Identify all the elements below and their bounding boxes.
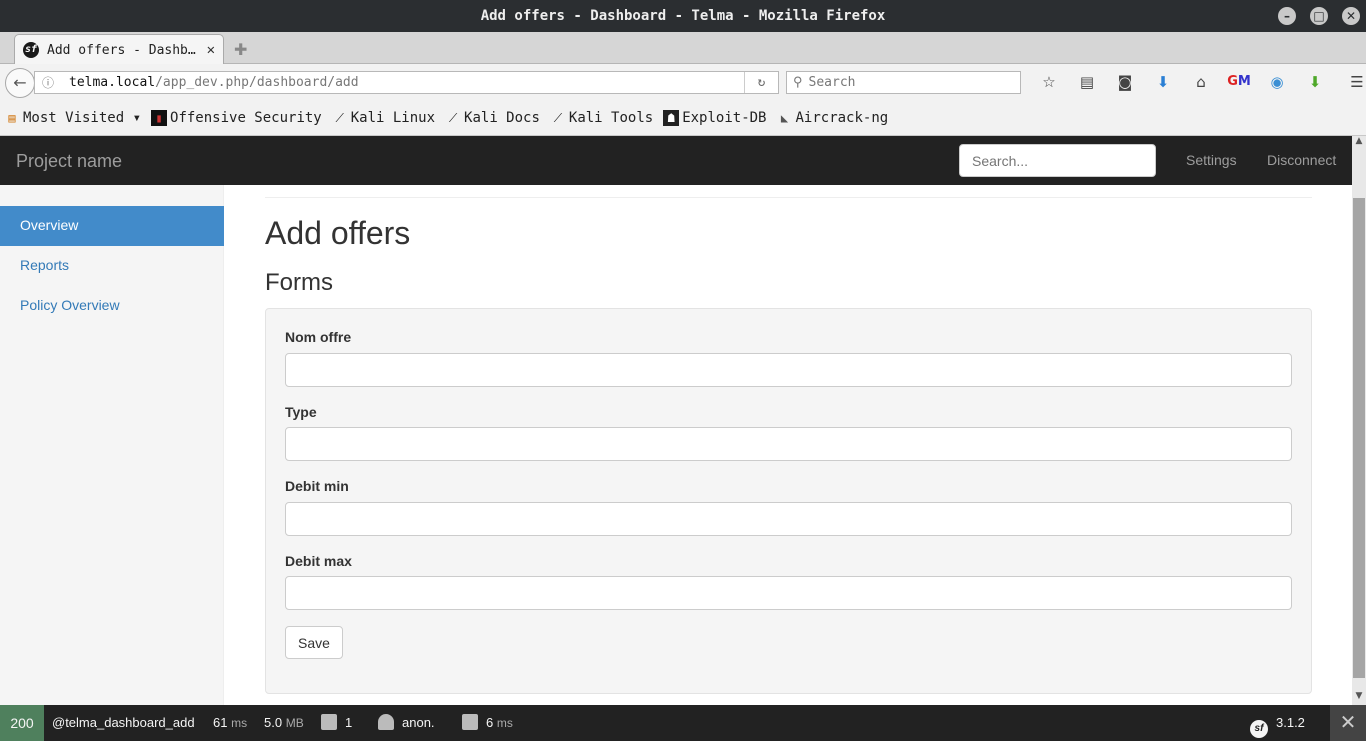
- forms-panel[interactable]: 1: [321, 705, 352, 741]
- section-title: Forms: [265, 269, 333, 296]
- bookmark-star-icon[interactable]: ☆: [1030, 70, 1068, 94]
- tab-title: Add offers - Dashb…: [47, 42, 196, 58]
- nav-settings-link[interactable]: Settings: [1186, 152, 1237, 168]
- browser-search-placeholder: Search: [808, 75, 856, 90]
- browser-search-input[interactable]: ⚲ Search: [786, 71, 1021, 94]
- symfony-logo-icon: sf: [1250, 720, 1268, 738]
- status-code-badge[interactable]: 200: [0, 705, 44, 741]
- bookmark-most-visited[interactable]: ▤ Most Visited ▾: [4, 110, 141, 126]
- bookmark-kali-linux[interactable]: ⟋ Kali Linux: [332, 110, 436, 126]
- bookmark-aircrack-ng[interactable]: ◣ Aircrack-ng: [776, 110, 888, 126]
- extension-gm-icon[interactable]: GM: [1220, 70, 1258, 94]
- app-navbar: Project name Settings Disconnect: [0, 136, 1352, 185]
- menu-icon[interactable]: ☰: [1338, 70, 1366, 94]
- window-title: Add offers - Dashboard - Telma - Mozilla…: [480, 8, 886, 24]
- request-time-value: 61: [213, 715, 228, 730]
- scroll-down-icon[interactable]: ▼: [1352, 691, 1366, 705]
- nav-disconnect-link[interactable]: Disconnect: [1267, 152, 1336, 168]
- twig-icon: [462, 714, 478, 730]
- window-titlebar: Add offers - Dashboard - Telma - Mozilla…: [0, 0, 1366, 32]
- memory-unit: MB: [285, 716, 304, 730]
- site-info-icon[interactable]: ⓘ: [35, 74, 61, 91]
- kali-icon: ⟋: [448, 110, 458, 125]
- sidebar-item-reports[interactable]: Reports: [0, 246, 224, 286]
- folder-icon: ▤: [8, 110, 16, 125]
- kali-icon: ⟋: [335, 110, 344, 125]
- exploitdb-icon: ☗: [663, 109, 680, 126]
- nom-offre-label: Nom offre: [285, 329, 352, 345]
- bookmark-exploit-db[interactable]: ☗ Exploit-DB: [663, 109, 766, 126]
- forms-count: 1: [345, 715, 353, 730]
- new-tab-icon[interactable]: ✚: [234, 40, 247, 59]
- nom-offre-input[interactable]: [285, 353, 1292, 387]
- memory-usage[interactable]: 5.0 MB: [264, 705, 304, 741]
- symfony-version[interactable]: sf 3.1.2: [1250, 705, 1305, 741]
- request-time-unit: ms: [231, 716, 248, 730]
- security-panel[interactable]: anon.: [378, 705, 435, 741]
- debit-max-input[interactable]: [285, 576, 1292, 610]
- divider: [265, 197, 1312, 198]
- forms-icon: [321, 714, 337, 730]
- twig-panel[interactable]: 6 ms: [462, 705, 513, 741]
- save-button[interactable]: Save: [285, 626, 343, 659]
- scroll-up-icon[interactable]: ▲: [1352, 136, 1366, 150]
- reload-icon[interactable]: ↻: [744, 72, 778, 93]
- sidebar-item-policy-overview[interactable]: Policy Overview: [0, 286, 224, 326]
- toolbar-icons: ☆ ▤ ◙ ⬇ ⌂ GM ◉ ⬇ ☰: [1030, 70, 1366, 94]
- window-controls: – □ ✕: [1278, 7, 1360, 25]
- reading-list-icon[interactable]: ▤: [1068, 70, 1106, 94]
- bookmark-kali-docs[interactable]: ⟋ Kali Docs: [445, 110, 540, 126]
- memory-value: 5.0: [264, 715, 283, 730]
- extension-globe-icon[interactable]: ◉: [1258, 70, 1296, 94]
- type-label: Type: [285, 404, 317, 420]
- request-time[interactable]: 61 ms: [213, 705, 247, 741]
- symfony-favicon-icon: sf: [23, 42, 39, 58]
- url-path: /app_dev.php/dashboard/add: [155, 75, 359, 90]
- symfony-debug-toolbar: 200 @telma_dashboard_add 61 ms 5.0 MB 1 …: [0, 705, 1366, 741]
- user-name: anon.: [402, 715, 435, 730]
- symfony-version-text: 3.1.2: [1276, 715, 1305, 730]
- offer-form: Nom offre Type Debit min Debit max Save: [265, 308, 1312, 694]
- twig-time-value: 6: [486, 715, 494, 730]
- aircrack-icon: ◣: [780, 110, 789, 125]
- debit-min-label: Debit min: [285, 478, 349, 494]
- debit-max-label: Debit max: [285, 553, 352, 569]
- sidebar-item-overview[interactable]: Overview: [0, 206, 224, 246]
- bookmark-offensive-security[interactable]: ▮ Offensive Security: [151, 109, 322, 126]
- offsec-icon: ▮: [151, 109, 168, 126]
- app-search-input[interactable]: [959, 144, 1156, 177]
- close-tab-icon[interactable]: ✕: [207, 42, 215, 58]
- app-brand-link[interactable]: Project name: [16, 151, 122, 172]
- navigation-bar: ← ⓘ telma.local/app_dev.php/dashboard/ad…: [0, 64, 1366, 100]
- debit-min-input[interactable]: [285, 502, 1292, 536]
- url-bar[interactable]: ⓘ telma.local/app_dev.php/dashboard/add …: [34, 71, 779, 94]
- pocket-icon[interactable]: ◙: [1106, 70, 1144, 94]
- home-icon[interactable]: ⌂: [1182, 70, 1220, 94]
- browser-tab[interactable]: sf Add offers - Dashb… ✕: [14, 34, 224, 65]
- minimize-button[interactable]: –: [1278, 7, 1296, 25]
- twig-time-unit: ms: [496, 716, 513, 730]
- extension-download-icon[interactable]: ⬇: [1296, 70, 1334, 94]
- url-host: telma.local: [69, 75, 156, 90]
- close-toolbar-icon[interactable]: ✕: [1330, 705, 1366, 741]
- kali-icon: ⟋: [553, 110, 563, 125]
- bookmark-kali-tools[interactable]: ⟋ Kali Tools: [550, 110, 654, 126]
- downloads-icon[interactable]: ⬇: [1144, 70, 1182, 94]
- close-window-button[interactable]: ✕: [1342, 7, 1360, 25]
- user-icon: [378, 714, 394, 730]
- tab-strip: sf Add offers - Dashb… ✕ ✚: [0, 32, 1366, 65]
- sidebar: Overview Reports Policy Overview: [0, 185, 224, 705]
- maximize-button[interactable]: □: [1310, 7, 1328, 25]
- scroll-thumb[interactable]: [1353, 198, 1365, 678]
- bookmarks-bar: ▤ Most Visited ▾ ▮ Offensive Security ⟋ Kal…: [0, 100, 1366, 136]
- page-scrollbar[interactable]: ▲ ▼: [1352, 136, 1366, 705]
- page-content: Project name Settings Disconnect Overvie…: [0, 136, 1352, 705]
- route-name[interactable]: @telma_dashboard_add: [52, 705, 195, 741]
- search-icon: ⚲: [793, 75, 803, 90]
- page-title: Add offers: [265, 215, 411, 251]
- back-button[interactable]: ←: [5, 68, 35, 98]
- type-input[interactable]: [285, 427, 1292, 461]
